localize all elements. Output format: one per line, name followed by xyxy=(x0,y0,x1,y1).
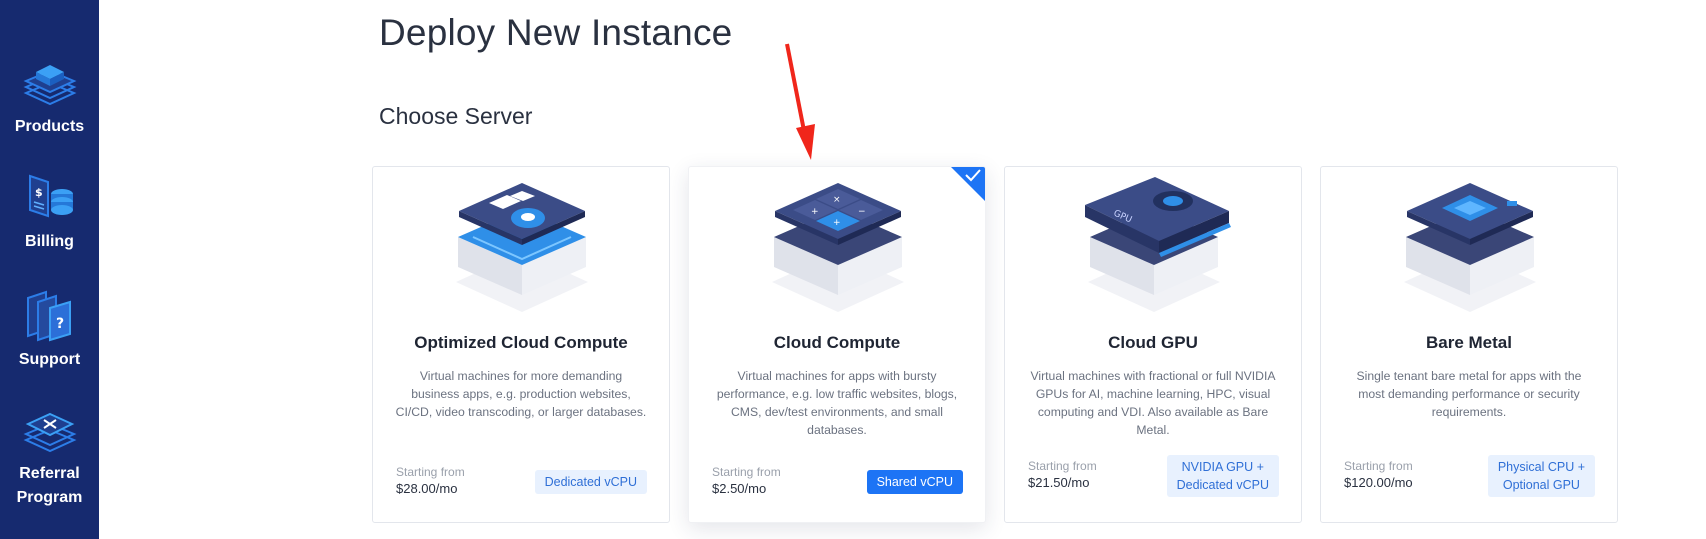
card-title: Cloud GPU xyxy=(1108,333,1198,352)
check-icon xyxy=(965,169,981,182)
sidebar-item-support[interactable]: ? Support xyxy=(0,290,99,372)
cpu-gpu-badge: Physical CPU + Optional GPU xyxy=(1487,455,1595,497)
bare-metal-illustration-icon xyxy=(1404,183,1536,312)
card-price: $120.00/mo xyxy=(1344,475,1413,490)
sidebar-item-referral-program[interactable]: Referral Program xyxy=(0,408,99,510)
sidebar-item-label: Referral Program xyxy=(16,465,83,506)
svg-text:×: × xyxy=(833,195,841,205)
starting-from-label: Starting from xyxy=(1028,459,1097,473)
sidebar-item-label: Support xyxy=(18,351,81,368)
server-card-cloud-compute[interactable]: × + − + Cloud Compute Virtual machines f… xyxy=(688,166,986,523)
page-title: Deploy New Instance xyxy=(379,12,733,53)
card-description: Virtual machines for apps with bursty pe… xyxy=(716,369,958,437)
svg-text:?: ? xyxy=(56,316,64,332)
main-content: Deploy New Instance Choose Server Optimi… xyxy=(99,0,1706,539)
billing-coins-icon: $ xyxy=(28,174,73,218)
sidebar-item-billing[interactable]: $ Billing xyxy=(0,172,99,254)
card-title: Cloud Compute xyxy=(773,333,901,352)
card-description: Single tenant bare metal for apps with t… xyxy=(1356,369,1582,419)
server-card-optimized-cloud-compute[interactable]: Optimized Cloud Compute Virtual machines… xyxy=(372,166,670,523)
cloud-compute-illustration-icon: × + − + xyxy=(772,183,904,312)
layers-cube-icon xyxy=(23,65,76,106)
card-title: Bare Metal xyxy=(1426,333,1512,352)
svg-text:$: $ xyxy=(35,186,43,199)
card-price: $28.00/mo xyxy=(396,481,458,496)
card-description: Virtual machines with fractional or full… xyxy=(1030,369,1276,437)
starting-from-label: Starting from xyxy=(396,465,465,479)
referral-arrows-icon xyxy=(23,412,76,453)
sidebar-item-products[interactable]: Products xyxy=(0,55,99,139)
card-price: $2.50/mo xyxy=(712,481,767,496)
vcpu-badge: Shared vCPU xyxy=(866,470,963,494)
support-question-icon: ? xyxy=(26,290,71,342)
vcpu-badge: Dedicated vCPU xyxy=(534,470,647,494)
gpu-badge: NVIDIA GPU + Dedicated vCPU xyxy=(1166,455,1279,497)
svg-text:+: + xyxy=(833,218,841,228)
sidebar-item-label: Billing xyxy=(25,233,74,250)
cloud-gpu-illustration-icon: GPU xyxy=(1085,177,1231,312)
sidebar: Products $ Billing ? Support Referral Pr… xyxy=(0,0,99,539)
starting-from-label: Starting from xyxy=(712,465,781,479)
starting-from-label: Starting from xyxy=(1344,459,1413,473)
card-price: $21.50/mo xyxy=(1028,475,1090,490)
server-card-bare-metal[interactable]: Bare Metal Single tenant bare metal for … xyxy=(1320,166,1618,523)
sidebar-item-label: Products xyxy=(14,118,85,135)
svg-text:−: − xyxy=(858,207,866,217)
section-title: Choose Server xyxy=(379,103,533,129)
svg-text:+: + xyxy=(811,207,819,217)
card-title: Optimized Cloud Compute xyxy=(414,333,628,352)
server-card-cloud-gpu[interactable]: GPU Cloud GPU Virtual machines with frac… xyxy=(1004,166,1302,523)
card-description: Virtual machines for more demanding busi… xyxy=(395,369,647,419)
optimized-compute-illustration-icon xyxy=(456,183,588,312)
